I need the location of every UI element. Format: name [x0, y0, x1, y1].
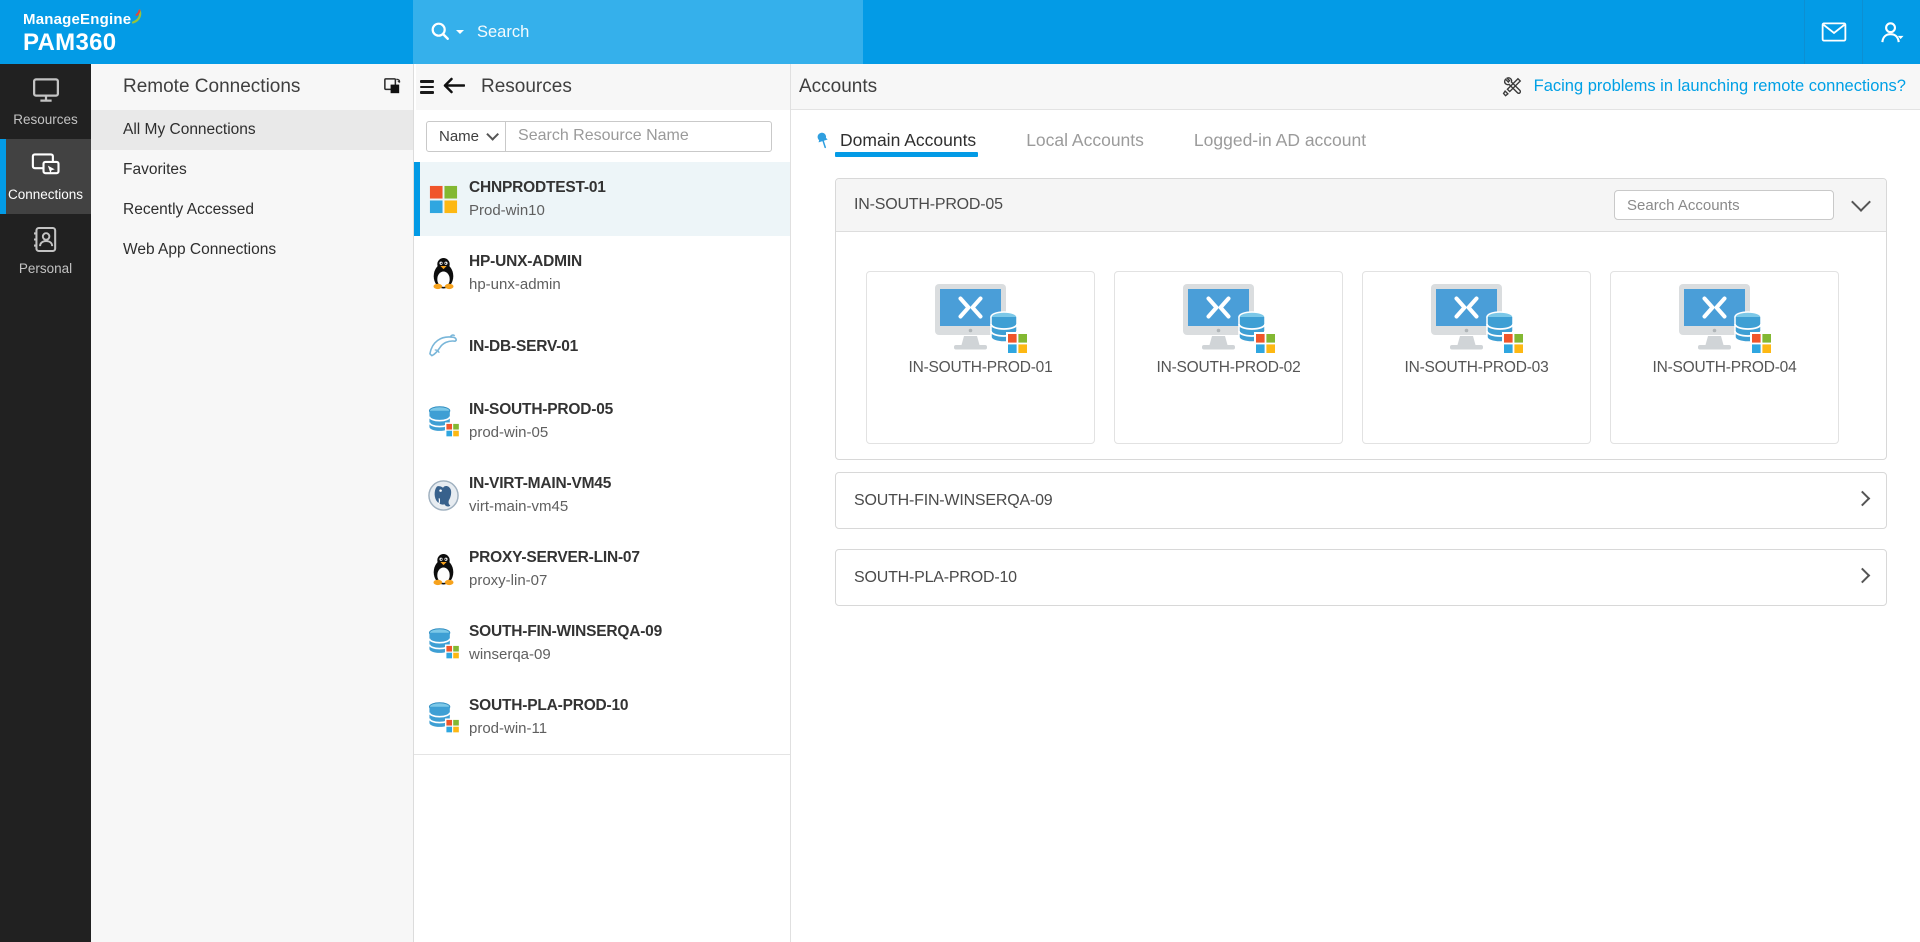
mysql-dolphin-icon	[427, 330, 460, 364]
connections-item-recently-accessed[interactable]: Recently Accessed	[91, 190, 413, 230]
rdp-monitor-icon	[1677, 283, 1773, 355]
resources-title: Resources	[481, 76, 572, 97]
expand-chevron-icon[interactable]	[1854, 567, 1871, 584]
account-card-in-south-prod-04[interactable]: IN-SOUTH-PROD-04	[1610, 271, 1839, 444]
mail-icon	[1821, 22, 1847, 42]
chevron-down-icon	[486, 127, 500, 141]
left-nav: Resources Connections Personal	[0, 64, 91, 942]
sidebar-item-connections[interactable]: Connections	[0, 139, 91, 214]
connections-item-all-my-connections[interactable]: All My Connections	[91, 110, 413, 150]
account-card-in-south-prod-02[interactable]: IN-SOUTH-PROD-02	[1114, 271, 1343, 444]
accounts-tabs: Domain Accounts Local Accounts Logged-in…	[791, 110, 1920, 170]
database-windows-icon	[427, 626, 460, 660]
sidebar-label-resources: Resources	[13, 112, 78, 127]
resources-panel: Resources Name Search Resource Name CHNP…	[413, 64, 790, 942]
accounts-title: Accounts	[799, 75, 878, 97]
brand-managengine: ManageEngine	[23, 11, 132, 28]
connections-item-web-app-connections[interactable]: Web App Connections	[91, 230, 413, 270]
linux-tux-icon	[427, 552, 460, 586]
account-group-in-south-prod-05: IN-SOUTH-PROD-05 Search Accounts IN-SOUT…	[835, 178, 1887, 460]
account-card-in-south-prod-03[interactable]: IN-SOUTH-PROD-03	[1362, 271, 1591, 444]
tab-logged-in-ad-account[interactable]: Logged-in AD account	[1194, 110, 1366, 170]
resource-row-in-virt-main-vm45[interactable]: IN-VIRT-MAIN-VM45 virt-main-vm45	[414, 458, 790, 532]
resource-filter-dropdown[interactable]: Name	[427, 121, 507, 151]
personal-book-icon	[31, 225, 60, 254]
tools-icon	[1501, 76, 1523, 98]
postgresql-icon	[427, 478, 460, 512]
notifications-mail-button[interactable]	[1804, 0, 1862, 64]
collapse-chevron-icon[interactable]	[1851, 192, 1871, 212]
resource-row-proxy-server-lin-07[interactable]: PROXY-SERVER-LIN-07 proxy-lin-07	[414, 532, 790, 606]
sidebar-item-resources[interactable]: Resources	[0, 64, 91, 139]
resource-search-input[interactable]: Search Resource Name	[506, 122, 771, 151]
resource-list: CHNPRODTEST-01 Prod-win10 HP-UNX-ADMIN hp-…	[414, 162, 790, 755]
menu-icon[interactable]	[420, 80, 434, 94]
resource-row-in-south-prod-05[interactable]: IN-SOUTH-PROD-05 prod-win-05	[414, 384, 790, 458]
account-group-header[interactable]: IN-SOUTH-PROD-05 Search Accounts	[836, 179, 1886, 231]
tab-local-accounts[interactable]: Local Accounts	[1026, 110, 1144, 170]
tab-domain-accounts[interactable]: Domain Accounts	[814, 110, 979, 170]
global-search-placeholder: Search	[477, 22, 530, 41]
rdp-monitor-icon	[933, 283, 1029, 355]
rdp-monitor-icon	[1429, 283, 1525, 355]
search-icon[interactable]	[429, 20, 465, 44]
user-menu-button[interactable]	[1862, 0, 1920, 64]
search-accounts-input[interactable]: Search Accounts	[1614, 190, 1834, 220]
connections-item-favorites[interactable]: Favorites	[91, 150, 413, 190]
accounts-panel: Accounts Facing problems in launching re…	[790, 64, 1920, 942]
account-group-south-fin-winserqa-09[interactable]: SOUTH-FIN-WINSERQA-09	[835, 472, 1887, 529]
global-search[interactable]: Search	[413, 0, 863, 64]
user-icon	[1879, 20, 1904, 45]
brand-swoosh-icon	[132, 9, 142, 24]
remote-connections-panel: Remote Connections All My Connections Fa…	[91, 64, 413, 942]
top-bar: ManageEngine PAM360 Search	[0, 0, 1920, 64]
connections-icon	[31, 150, 61, 180]
account-group-south-pla-prod-10[interactable]: SOUTH-PLA-PROD-10	[835, 549, 1887, 606]
expand-chevron-icon[interactable]	[1854, 490, 1871, 507]
brand-pam360: PAM360	[23, 29, 117, 56]
database-windows-icon	[427, 404, 460, 438]
resource-row-south-pla-prod-10[interactable]: SOUTH-PLA-PROD-10 prod-win-11	[414, 680, 790, 754]
pin-icon	[814, 131, 832, 150]
sidebar-label-personal: Personal	[18, 261, 73, 276]
popout-icon[interactable]	[382, 76, 403, 103]
rdp-monitor-icon	[1181, 283, 1277, 355]
account-card-in-south-prod-01[interactable]: IN-SOUTH-PROD-01	[866, 271, 1095, 444]
brand-logo[interactable]: ManageEngine PAM360	[23, 9, 144, 55]
database-windows-icon	[427, 700, 460, 734]
resource-row-south-fin-winserqa-09[interactable]: SOUTH-FIN-WINSERQA-09 winserqa-09	[414, 606, 790, 680]
linux-tux-icon	[427, 256, 460, 290]
remote-connection-help-link[interactable]: Facing problems in launching remote conn…	[1501, 76, 1906, 98]
resource-row-chnprodtest-01[interactable]: CHNPRODTEST-01 Prod-win10	[414, 162, 790, 236]
resource-search: Name Search Resource Name	[426, 120, 772, 152]
monitor-icon	[31, 75, 61, 105]
resource-row-in-db-serv-01[interactable]: IN-DB-SERV-01	[414, 310, 790, 384]
back-arrow-icon[interactable]	[442, 76, 466, 98]
sidebar-label-connections: Connections	[7, 187, 84, 202]
remote-connections-title: Remote Connections	[123, 76, 301, 97]
sidebar-item-personal[interactable]: Personal	[0, 214, 91, 288]
resource-row-hp-unx-admin[interactable]: HP-UNX-ADMIN hp-unx-admin	[414, 236, 790, 310]
windows-icon	[427, 182, 460, 216]
